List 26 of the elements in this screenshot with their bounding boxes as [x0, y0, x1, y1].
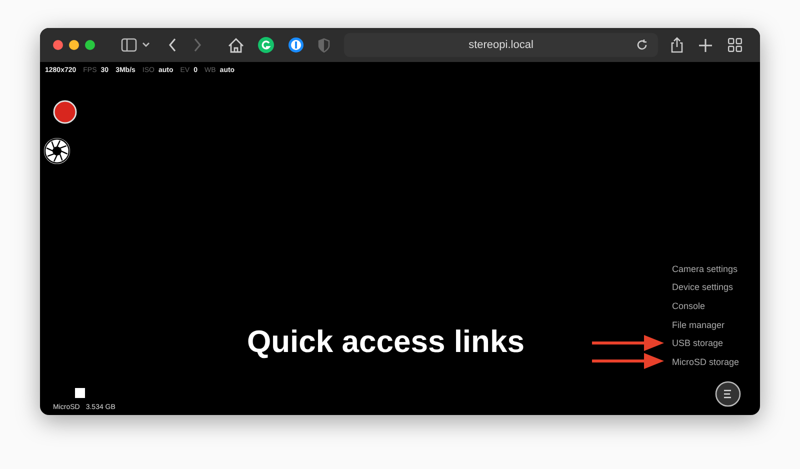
tab-overview-icon[interactable]: [728, 38, 742, 52]
back-icon[interactable]: [168, 38, 177, 52]
menu-link[interactable]: Console: [672, 300, 705, 311]
reload-icon[interactable]: [636, 39, 648, 51]
close-button[interactable]: [53, 40, 63, 50]
extension-icon[interactable]: [258, 37, 274, 53]
password-manager-icon[interactable]: [288, 37, 304, 53]
maximize-button[interactable]: [85, 40, 95, 50]
minimize-button[interactable]: [69, 40, 79, 50]
annotation-text: Quick access links: [247, 324, 524, 360]
menu-link[interactable]: Device settings: [672, 282, 733, 292]
sidebar-icon[interactable]: [121, 38, 137, 52]
shutter-icon[interactable]: [43, 137, 71, 165]
menu-icon[interactable]: [715, 381, 741, 407]
menu-link[interactable]: USB storage: [672, 338, 723, 348]
record-button[interactable]: [53, 100, 77, 124]
plus-icon[interactable]: [699, 38, 712, 52]
share-icon[interactable]: [670, 37, 684, 53]
address-bar[interactable]: stereopi.local: [344, 33, 658, 57]
menu-link[interactable]: Camera settings: [672, 264, 738, 274]
home-icon[interactable]: [228, 38, 244, 52]
menu-link[interactable]: MicroSD storage: [672, 356, 739, 367]
menu-link[interactable]: File manager: [672, 320, 724, 330]
shield-icon[interactable]: [318, 38, 330, 52]
forward-icon[interactable]: [193, 38, 202, 52]
chevron-down-icon[interactable]: [142, 42, 150, 48]
